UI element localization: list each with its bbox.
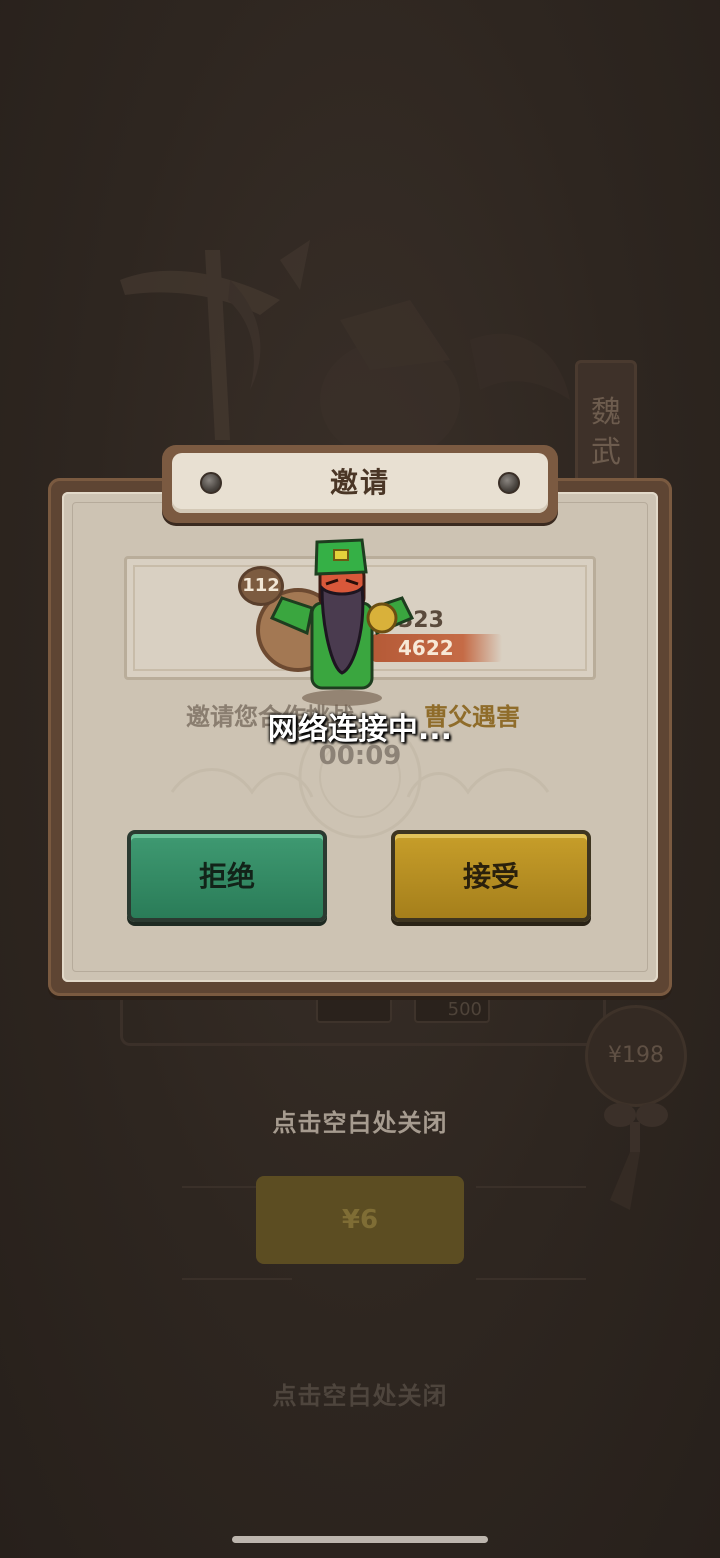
loading-hero-character [269,538,415,706]
home-indicator[interactable] [232,1536,488,1543]
title-plaque: 邀请 [162,445,558,523]
accept-button[interactable]: 接受 [391,830,591,922]
price-circle-background: ¥198 [585,1005,687,1107]
item-slot-background: 500 [414,995,490,1023]
halberd-background-art [120,240,310,440]
countdown-timer: 00:09 [318,741,402,771]
close-hint-text: 点击空白处关闭 [272,1109,448,1137]
banner-background: 魏武 [575,360,637,490]
game-screen[interactable]: 魏武 500 ¥198 点击空白处关闭 ¥6 点击空白处关闭 邀请 112 32… [0,0,720,1558]
buy-button-background: ¥6 [256,1176,464,1264]
close-hint-text-lower: 点击空白处关闭 [272,1382,448,1410]
decor-line [476,1186,586,1280]
item-slot-background [316,995,392,1023]
dialog-title: 邀请 [329,466,390,499]
reject-button[interactable]: 拒绝 [127,830,327,922]
